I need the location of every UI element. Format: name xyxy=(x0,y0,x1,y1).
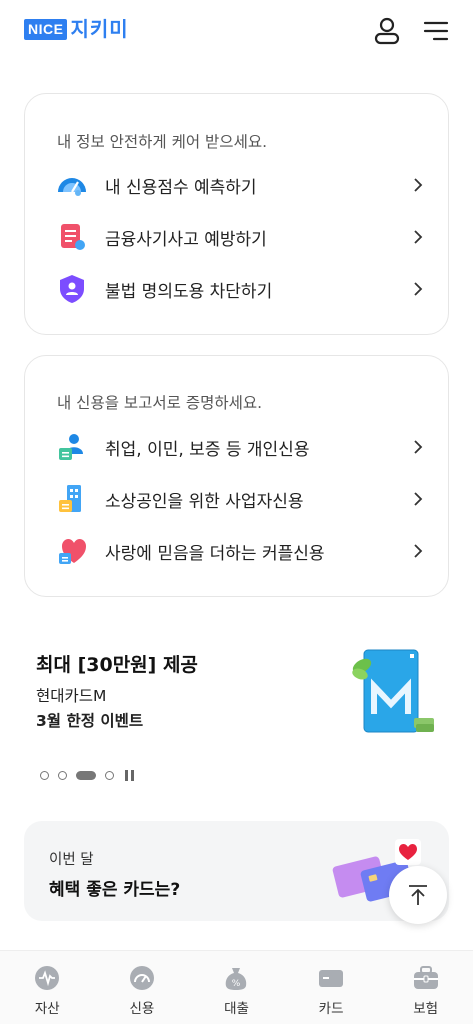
menu-item-label: 소상공인을 위한 사업자신용 xyxy=(105,491,304,512)
promo-subtitle: 현대카드M xyxy=(36,687,107,705)
chevron-right-icon xyxy=(414,178,423,192)
menu-item-couple-credit[interactable]: 사랑에 믿음을 더하는 커플신용 xyxy=(55,533,425,569)
report-card-title: 내 신용을 보고서로 증명하세요. xyxy=(57,394,263,412)
promo-event: 3월 한정 이벤트 xyxy=(36,712,144,730)
nav-label: 보험 xyxy=(413,1001,439,1017)
protect-card-title: 내 정보 안전하게 케어 받으세요. xyxy=(57,133,268,151)
nav-label: 자산 xyxy=(34,1001,60,1017)
menu-item-label: 내 신용점수 예측하기 xyxy=(105,177,257,198)
nice-logo[interactable]: NICE 지키미 xyxy=(24,18,129,40)
protect-card: 내 정보 안전하게 케어 받으세요. 내 신용점수 예측하기 금융사기사고 예방… xyxy=(24,93,449,335)
svg-text:%: % xyxy=(232,979,241,989)
carousel-dot[interactable] xyxy=(40,770,49,780)
nav-label: 카드 xyxy=(318,1001,344,1017)
arrow-up-icon xyxy=(409,885,427,905)
app-header: NICE 지키미 xyxy=(0,0,473,62)
carousel-dot[interactable] xyxy=(105,770,114,780)
carousel-indicator xyxy=(40,768,137,782)
money-bag-icon: % xyxy=(226,968,247,990)
hamburger-menu-icon[interactable] xyxy=(422,17,450,45)
pause-icon[interactable] xyxy=(125,769,137,781)
card-benefit-banner[interactable]: 이번 달 혜택 좋은 카드는? xyxy=(24,821,449,921)
gauge-icon xyxy=(58,178,86,196)
asset-icon xyxy=(35,966,60,990)
logo-text: 지키미 xyxy=(70,17,129,41)
scroll-to-top-button[interactable] xyxy=(389,866,447,924)
credit-gauge-icon xyxy=(129,966,154,990)
nav-tab-insurance[interactable]: 보험 xyxy=(378,951,473,1024)
nav-tab-card[interactable]: 카드 xyxy=(284,951,379,1024)
building-icon xyxy=(59,485,81,512)
nav-tab-credit[interactable]: 신용 xyxy=(95,951,190,1024)
chevron-right-icon xyxy=(414,230,423,244)
insurance-bag-icon xyxy=(413,966,438,989)
document-alert-icon xyxy=(61,224,85,250)
nav-label: 대출 xyxy=(224,1001,249,1017)
promo-slide[interactable]: 최대 [30만원] 제공 현대카드M 3월 한정 이벤트 xyxy=(36,648,436,748)
menu-item-label: 사랑에 믿음을 더하는 커플신용 xyxy=(105,543,325,564)
chevron-right-icon xyxy=(414,492,423,506)
carousel-dot[interactable] xyxy=(58,770,67,780)
nav-tab-assets[interactable]: 자산 xyxy=(0,951,95,1024)
menu-item-identity-theft-block[interactable]: 불법 명의도용 차단하기 xyxy=(55,271,425,307)
menu-item-personal-credit[interactable]: 취업, 이민, 보증 등 개인신용 xyxy=(55,429,425,465)
bottom-navigation: 자산 신용 % 대출 카드 보험 xyxy=(0,950,473,1024)
banner-title: 혜택 좋은 카드는? xyxy=(49,880,181,900)
person-document-icon xyxy=(59,434,83,460)
shield-user-icon xyxy=(60,275,84,303)
chevron-right-icon xyxy=(414,282,423,296)
user-icon[interactable] xyxy=(372,16,402,46)
menu-item-credit-score-predict[interactable]: 내 신용점수 예측하기 xyxy=(55,167,425,203)
report-card: 내 신용을 보고서로 증명하세요. 취업, 이민, 보증 등 개인신용 소상공인… xyxy=(24,355,449,597)
menu-item-business-credit[interactable]: 소상공인을 위한 사업자신용 xyxy=(55,481,425,517)
banner-label: 이번 달 xyxy=(49,852,94,868)
chevron-right-icon xyxy=(414,440,423,454)
logo-badge: NICE xyxy=(24,18,68,40)
heart-document-icon xyxy=(59,539,86,564)
hyundai-card-m-image xyxy=(352,649,434,733)
promo-title: 최대 [30만원] 제공 xyxy=(36,654,198,676)
nav-label: 신용 xyxy=(129,1001,155,1017)
nav-tab-loan[interactable]: % 대출 xyxy=(189,951,284,1024)
menu-item-fraud-prevention[interactable]: 금융사기사고 예방하기 xyxy=(55,219,425,255)
menu-item-label: 취업, 이민, 보증 등 개인신용 xyxy=(105,439,310,460)
menu-item-label: 불법 명의도용 차단하기 xyxy=(105,281,273,302)
carousel-dot-active[interactable] xyxy=(76,770,96,780)
menu-item-label: 금융사기사고 예방하기 xyxy=(105,229,267,250)
card-icon xyxy=(319,970,344,987)
chevron-right-icon xyxy=(414,544,423,558)
